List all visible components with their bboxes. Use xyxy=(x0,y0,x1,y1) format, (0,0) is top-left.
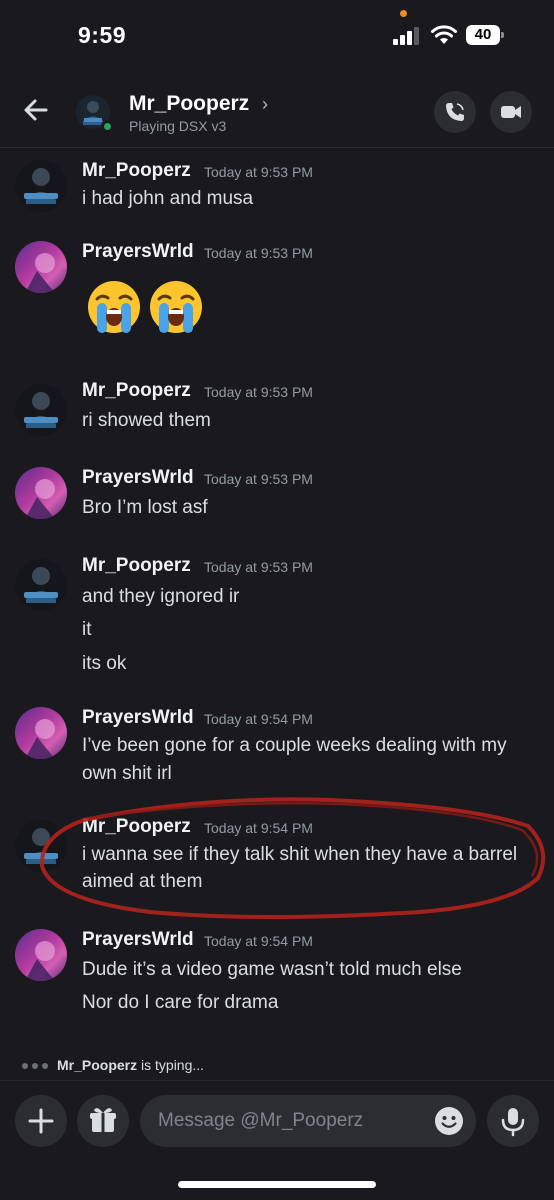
message-username[interactable]: PrayersWrld xyxy=(82,707,194,729)
message-timestamp: Today at 9:53 PM xyxy=(204,471,313,487)
plus-icon xyxy=(28,1108,54,1134)
message-text: and they ignored ir xyxy=(82,586,240,607)
message-timestamp: Today at 9:53 PM xyxy=(204,384,313,400)
video-camera-icon xyxy=(501,106,521,118)
message-username[interactable]: PrayersWrld xyxy=(82,929,194,951)
phone-icon xyxy=(446,103,464,121)
avatar[interactable] xyxy=(15,467,67,519)
microphone-icon xyxy=(501,1108,525,1137)
status-time: 9:59 xyxy=(78,22,127,48)
message-username[interactable]: Mr_Pooperz xyxy=(82,816,191,838)
online-status-dot xyxy=(101,120,114,133)
typing-username: Mr_Pooperz xyxy=(57,1057,138,1073)
message-text: i wanna see if they talk shit when they … xyxy=(82,844,518,865)
message-text: aimed at them xyxy=(82,871,203,892)
message-username[interactable]: PrayersWrld xyxy=(82,241,194,263)
chevron-right-icon[interactable]: › xyxy=(262,94,268,115)
message-text: Dude it’s a video game wasn’t told much … xyxy=(82,959,462,980)
status-bar: 9:59 40 xyxy=(0,0,554,70)
message-username[interactable]: PrayersWrld xyxy=(82,467,194,489)
message-timestamp: Today at 9:54 PM xyxy=(204,933,313,949)
message-username[interactable]: Mr_Pooperz xyxy=(82,160,191,182)
message-text: Bro I’m lost asf xyxy=(82,497,208,518)
avatar[interactable] xyxy=(15,241,67,293)
cellular-signal-icon xyxy=(393,27,423,45)
avatar[interactable] xyxy=(15,384,67,436)
message-timestamp: Today at 9:53 PM xyxy=(204,245,313,261)
avatar[interactable] xyxy=(15,929,67,981)
privacy-indicator-dot xyxy=(400,10,407,17)
message-input[interactable] xyxy=(140,1095,476,1147)
dm-header: Mr_Pooperz › Playing DSX v3 xyxy=(0,78,554,148)
message-timestamp: Today at 9:53 PM xyxy=(204,164,313,180)
avatar[interactable] xyxy=(15,559,67,611)
message-text: i had john and musa xyxy=(82,188,254,209)
message-text: it xyxy=(82,619,92,640)
message-username[interactable]: Mr_Pooperz xyxy=(82,380,191,402)
message-text: I’ve been gone for a couple weeks dealin… xyxy=(82,735,507,756)
emoji-picker-icon[interactable] xyxy=(434,1106,464,1136)
message-text: ri showed them xyxy=(82,410,211,431)
typing-label: is typing... xyxy=(141,1057,205,1073)
message-timestamp: Today at 9:54 PM xyxy=(204,820,313,836)
message-text: its ok xyxy=(82,653,127,674)
header-username[interactable]: Mr_Pooperz xyxy=(129,92,249,116)
gift-button[interactable] xyxy=(77,1095,129,1147)
battery-icon: 40 xyxy=(466,25,504,45)
gift-icon xyxy=(90,1108,116,1132)
add-attachment-button[interactable] xyxy=(15,1095,67,1147)
loudly-crying-face-icon xyxy=(150,281,202,333)
message-timestamp: Today at 9:54 PM xyxy=(204,711,313,727)
avatar[interactable] xyxy=(15,160,67,212)
header-activity-status: Playing DSX v3 xyxy=(129,118,227,134)
video-call-button[interactable] xyxy=(490,91,532,133)
wifi-icon xyxy=(431,25,457,44)
message-text: own shit irl xyxy=(82,763,172,784)
voice-call-button[interactable] xyxy=(434,91,476,133)
message-text: Nor do I care for drama xyxy=(82,992,279,1013)
avatar[interactable] xyxy=(15,707,67,759)
message-username[interactable]: Mr_Pooperz xyxy=(82,555,191,577)
back-arrow-icon[interactable] xyxy=(20,94,52,126)
battery-level: 40 xyxy=(466,25,500,45)
message-timestamp: Today at 9:53 PM xyxy=(204,559,313,575)
voice-message-button[interactable] xyxy=(487,1095,539,1147)
avatar[interactable] xyxy=(15,820,67,872)
home-indicator[interactable] xyxy=(178,1181,376,1188)
loudly-crying-face-icon xyxy=(88,281,140,333)
